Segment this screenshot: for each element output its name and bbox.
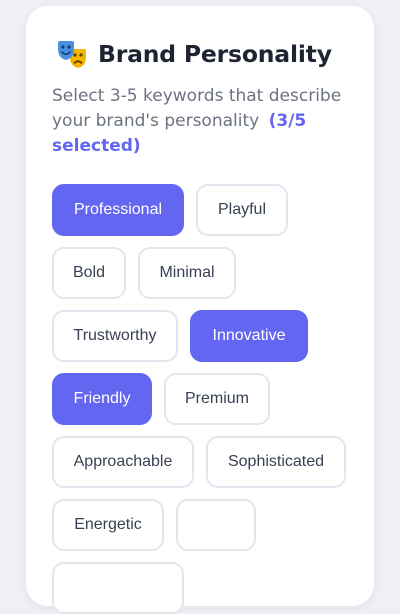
- keyword-chip[interactable]: Playful: [196, 184, 288, 236]
- keyword-chip[interactable]: Approachable: [52, 436, 194, 488]
- keyword-chip[interactable]: [52, 562, 184, 614]
- keyword-chip[interactable]: [176, 499, 256, 551]
- keyword-chip-list: Professional Playful Bold Minimal Trustworth…: [52, 184, 352, 614]
- instructions-text: Select 3-5 keywords that describe your b…: [52, 84, 352, 159]
- keyword-chip[interactable]: Minimal: [138, 247, 236, 299]
- keyword-chip[interactable]: Friendly: [52, 373, 152, 425]
- keyword-chip-label: Approachable: [73, 453, 173, 470]
- keyword-chip[interactable]: Trustworthy: [52, 310, 178, 362]
- keyword-chip[interactable]: Bold: [52, 247, 126, 299]
- keyword-chip[interactable]: Innovative: [190, 310, 308, 362]
- keyword-chip[interactable]: Professional: [52, 184, 184, 236]
- keyword-chip-label: Playful: [217, 201, 267, 218]
- keyword-chip-label: Innovative: [212, 327, 286, 344]
- keyword-chip-label: Sophisticated: [227, 453, 325, 470]
- keyword-chip-label: Bold: [72, 264, 106, 281]
- card-header: Brand Personality: [56, 38, 332, 70]
- keyword-chip[interactable]: Sophisticated: [206, 436, 346, 488]
- keyword-chip-label: Energetic: [74, 516, 142, 533]
- keyword-chip-label: Friendly: [73, 390, 131, 407]
- keyword-chip-label: Trustworthy: [73, 327, 157, 344]
- keyword-chip-label: Minimal: [159, 264, 215, 281]
- keyword-chip-label: Professional: [73, 201, 163, 218]
- card-title: Brand Personality: [98, 40, 332, 68]
- theater-masks-icon: [58, 41, 86, 68]
- brand-personality-card: Brand Personality Select 3-5 keywords th…: [26, 6, 374, 614]
- keyword-chip-label: Premium: [185, 390, 250, 407]
- keyword-chip[interactable]: Premium: [164, 373, 270, 425]
- keyword-chip[interactable]: Energetic: [52, 499, 164, 551]
